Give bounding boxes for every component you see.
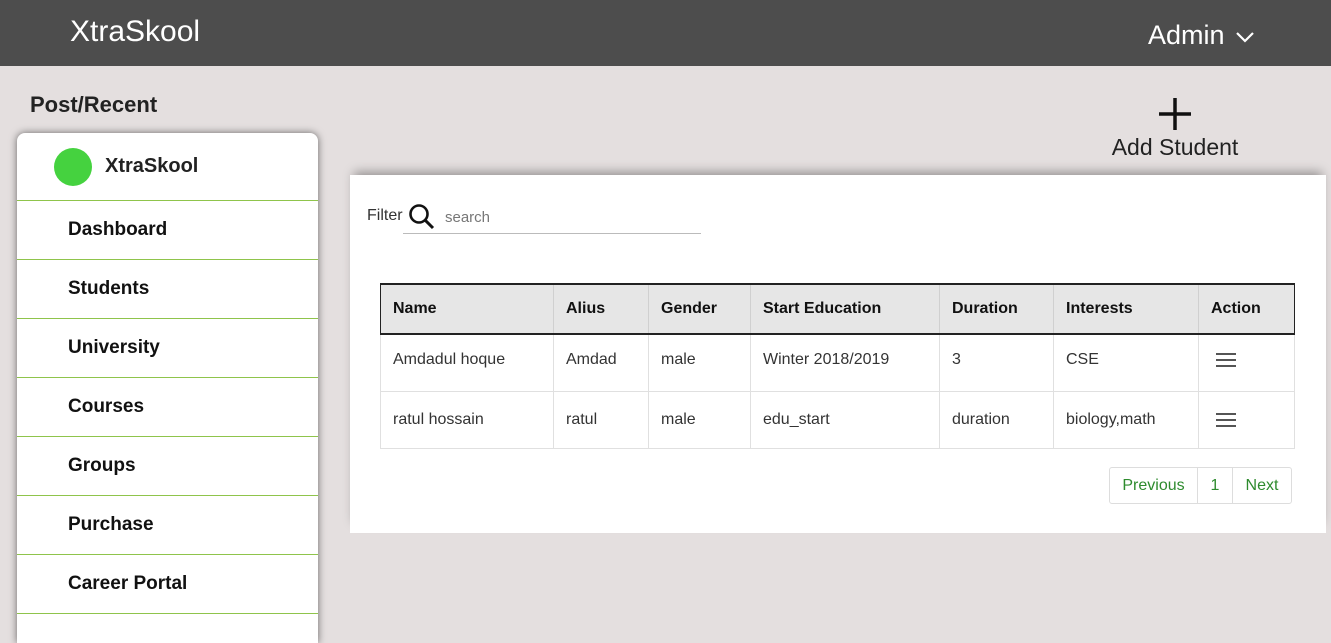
cell-start-education: Winter 2018/2019 xyxy=(750,333,940,392)
table-header-row: Name Alius Gender Start Education Durati… xyxy=(380,283,1295,335)
cell-gender: male xyxy=(648,390,751,449)
previous-page-button[interactable]: Previous xyxy=(1109,467,1198,504)
menu-icon[interactable] xyxy=(1216,412,1236,428)
sidebar-item-university[interactable]: University xyxy=(17,319,318,378)
sidebar: XtraSkool Dashboard Students University … xyxy=(17,133,318,643)
col-interests-header[interactable]: Interests xyxy=(1053,283,1199,335)
status-dot xyxy=(54,147,92,186)
sidebar-item-students[interactable]: Students xyxy=(17,260,318,319)
page-1-button[interactable]: 1 xyxy=(1197,467,1233,504)
admin-menu[interactable]: Admin xyxy=(1148,18,1255,52)
cell-alius: ratul xyxy=(553,390,649,449)
search-input[interactable] xyxy=(445,208,685,226)
col-alius-header[interactable]: Alius xyxy=(553,283,649,335)
section-title: Post/Recent xyxy=(30,92,158,117)
search-box[interactable] xyxy=(403,201,701,234)
sidebar-brand: XtraSkool xyxy=(105,155,199,177)
add-student-label[interactable]: Add Student xyxy=(1100,134,1250,161)
pagination: Previous 1 Next xyxy=(1109,467,1292,504)
sidebar-header: XtraSkool xyxy=(17,133,318,201)
cell-gender: male xyxy=(648,333,751,392)
table-row: Amdadul hoque Amdad male Winter 2018/201… xyxy=(380,333,1295,392)
cell-name: Amdadul hoque xyxy=(380,333,554,392)
sidebar-item-courses[interactable]: Courses xyxy=(17,378,318,437)
chevron-down-icon[interactable] xyxy=(1235,31,1255,43)
col-name-header[interactable]: Name xyxy=(380,283,554,335)
cell-duration: duration xyxy=(939,390,1054,449)
cell-start-education: edu_start xyxy=(750,390,940,449)
app-title[interactable]: XtraSkool xyxy=(70,15,200,49)
cell-duration: 3 xyxy=(939,333,1054,392)
cell-interests: biology,math xyxy=(1053,390,1199,449)
add-student-button[interactable]: Add Student xyxy=(1100,96,1250,166)
filter-label: Filter xyxy=(367,207,403,224)
cell-action xyxy=(1198,390,1295,449)
cell-action xyxy=(1198,333,1295,392)
next-page-button[interactable]: Next xyxy=(1232,467,1292,504)
cell-alius: Amdad xyxy=(553,333,649,392)
top-navbar: XtraSkool Admin xyxy=(0,0,1331,66)
table-row: ratul hossain ratul male edu_start durat… xyxy=(380,390,1295,449)
col-duration-header[interactable]: Duration xyxy=(939,283,1054,335)
sidebar-item-dashboard[interactable]: Dashboard xyxy=(17,201,318,260)
sidebar-item-groups[interactable]: Groups xyxy=(17,437,318,496)
sidebar-item-career-portal[interactable]: Career Portal xyxy=(17,555,318,614)
user-name[interactable]: Admin xyxy=(1148,19,1225,51)
students-card: Filter Name Alius Gender Start Education… xyxy=(350,175,1326,533)
students-table: Name Alius Gender Start Education Durati… xyxy=(380,283,1295,449)
cell-name: ratul hossain xyxy=(380,390,554,449)
menu-icon[interactable] xyxy=(1216,352,1236,368)
col-start-education-header[interactable]: Start Education xyxy=(750,283,940,335)
plus-icon[interactable] xyxy=(1157,96,1193,132)
sidebar-item-purchase[interactable]: Purchase xyxy=(17,496,318,555)
search-icon xyxy=(409,204,435,230)
col-action-header: Action xyxy=(1198,283,1295,335)
col-gender-header[interactable]: Gender xyxy=(648,283,751,335)
cell-interests: CSE xyxy=(1053,333,1199,392)
